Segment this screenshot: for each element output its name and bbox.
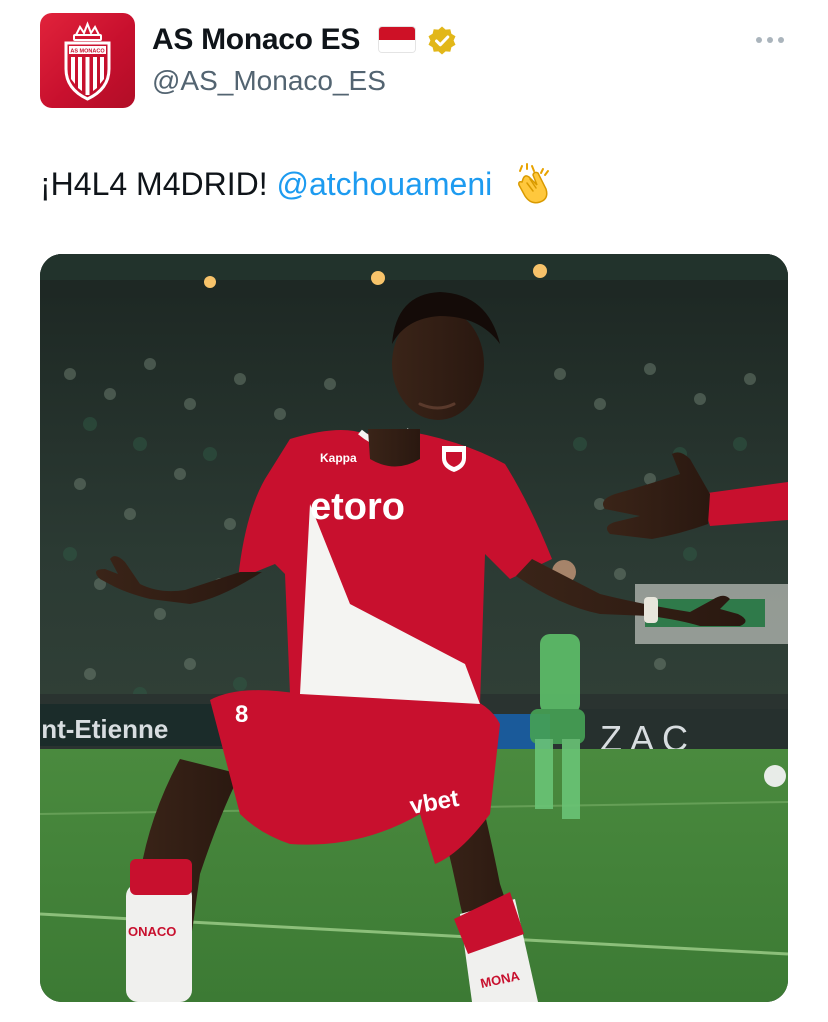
avatar[interactable]: AS MONACO <box>40 13 135 108</box>
clapping-hands-icon <box>518 163 550 204</box>
svg-text:8: 8 <box>235 701 248 728</box>
svg-text:etoro: etoro <box>310 486 405 528</box>
player-celebration-photo: int-Etienne ZAC ONACO MONA 8 vbet etoro … <box>40 254 788 1002</box>
as-monaco-crest-icon: AS MONACO <box>64 21 111 101</box>
tweet-photo[interactable]: int-Etienne ZAC ONACO MONA 8 vbet etoro … <box>40 254 788 1002</box>
verified-badge-icon[interactable] <box>426 25 458 57</box>
monaco-flag-icon <box>379 27 415 52</box>
more-options-icon[interactable] <box>753 30 787 50</box>
svg-text:int-Etienne: int-Etienne <box>40 714 168 744</box>
user-handle[interactable]: @AS_Monaco_ES <box>152 64 386 98</box>
svg-text:AS MONACO: AS MONACO <box>70 49 105 55</box>
display-name[interactable]: AS Monaco ES <box>152 22 360 58</box>
svg-text:Kappa: Kappa <box>320 451 357 465</box>
tweet-text-body: ¡H4L4 M4DRID! <box>40 166 268 202</box>
tweet: AS MONACO AS Monaco ES @AS_Monaco_ES ¡H4… <box>0 0 828 1022</box>
tweet-text: ¡H4L4 M4DRID! @atchouameni <box>40 162 555 206</box>
mention-link[interactable]: @atchouameni <box>277 166 493 202</box>
svg-text:ONACO: ONACO <box>128 924 176 939</box>
